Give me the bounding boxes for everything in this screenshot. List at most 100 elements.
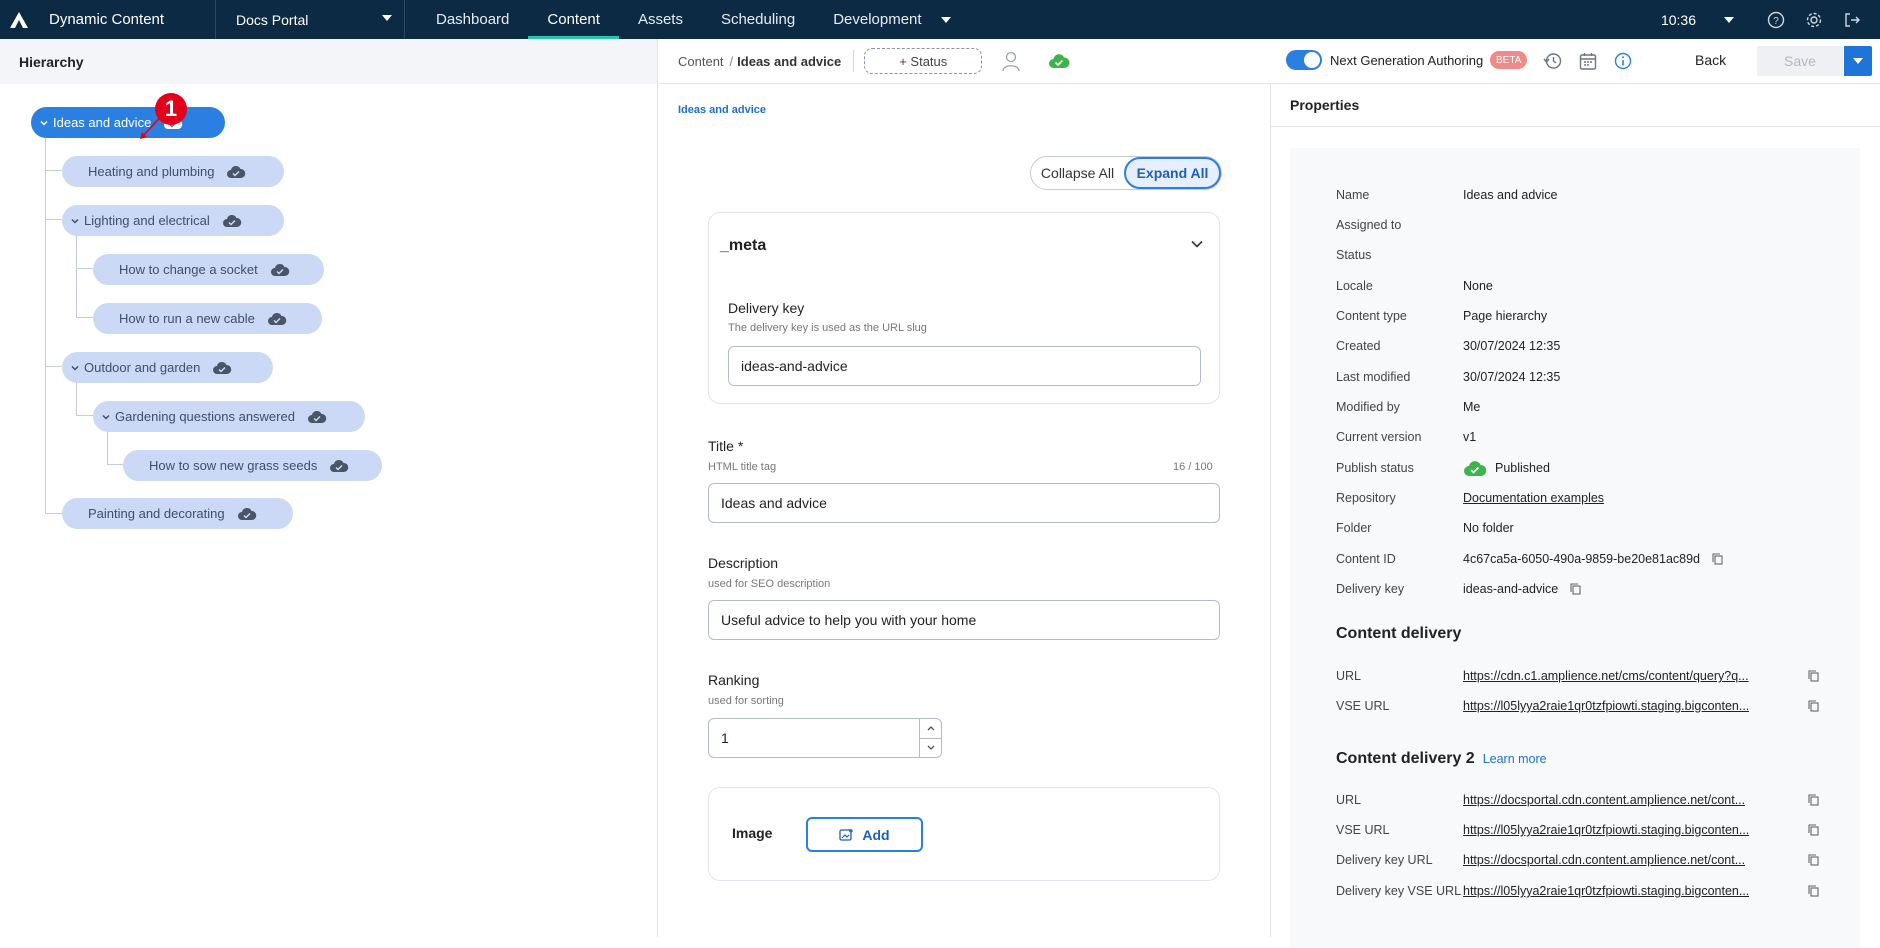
assign-user-icon[interactable] (1000, 50, 1022, 72)
save-button[interactable]: Save (1757, 46, 1843, 76)
stepper-down-button[interactable] (920, 737, 941, 758)
editor-breadcrumb[interactable]: Ideas and advice (678, 104, 766, 116)
sign-out-icon[interactable] (1842, 10, 1862, 30)
property-key: Locale (1336, 279, 1373, 293)
cloud-published-icon (270, 263, 290, 276)
tree-node-heating-and-plumbing[interactable]: Heating and plumbing (62, 156, 284, 187)
tree-connector (107, 464, 124, 465)
nav-assets[interactable]: Assets (619, 0, 702, 39)
expand-all-button[interactable]: Expand All (1124, 157, 1221, 189)
divider (853, 50, 855, 72)
tree-connector (76, 415, 93, 416)
property-key: URL (1336, 669, 1362, 683)
delivery-url-link[interactable]: https://docsportal.cdn.content.amplience… (1463, 793, 1745, 807)
delivery-key-input[interactable]: ideas-and-advice (728, 346, 1201, 386)
nga-toggle[interactable] (1286, 50, 1322, 70)
vse-url-link[interactable]: https://l05lyya2raie1qr0tzfpiowti.stagin… (1463, 699, 1749, 713)
vse-url-link[interactable]: https://l05lyya2raie1qr0tzfpiowti.stagin… (1463, 823, 1749, 837)
back-button[interactable]: Back (1695, 52, 1726, 68)
tree-node-how-to-change-a-socket[interactable]: How to change a socket (93, 254, 324, 285)
info-icon[interactable] (1613, 51, 1633, 71)
breadcrumb-current: Ideas and advice (737, 53, 842, 69)
add-image-icon (839, 828, 854, 841)
tree-node-ideas-and-advice[interactable]: Ideas and advice (31, 107, 225, 138)
copy-icon[interactable] (1712, 553, 1723, 565)
property-key: Modified by (1336, 400, 1400, 414)
tree-connector (45, 138, 46, 513)
chevron-down-icon[interactable] (940, 16, 951, 23)
copy-icon[interactable] (1570, 583, 1581, 595)
learn-more-link[interactable]: Learn more (1483, 752, 1547, 766)
delivery-key-vse-url-link[interactable]: https://l05lyya2raie1qr0tzfpiowti.stagin… (1463, 884, 1749, 898)
gear-icon[interactable] (1804, 10, 1824, 30)
property-value: ideas-and-advice (1463, 582, 1559, 596)
tree-node-label: How to run a new cable (119, 311, 255, 326)
delivery-url-link[interactable]: https://cdn.c1.amplience.net/cms/content… (1463, 669, 1749, 683)
ranking-input[interactable]: 1 (708, 718, 942, 758)
chevron-down-icon (1853, 58, 1863, 64)
property-row: URL https://cdn.c1.amplience.net/cms/con… (1336, 666, 1841, 686)
chevron-down-icon[interactable] (39, 118, 49, 128)
nav-dashboard[interactable]: Dashboard (417, 0, 528, 39)
nav-scheduling[interactable]: Scheduling (702, 0, 814, 39)
tree-node-outdoor-and-garden[interactable]: Outdoor and garden (62, 352, 273, 383)
tree-node-how-to-run-a-new-cable[interactable]: How to run a new cable (93, 303, 322, 334)
title-help: HTML title tag (708, 461, 777, 473)
property-row: Delivery key ideas-and-advice (1336, 579, 1841, 599)
property-row: VSE URL https://l05lyya2raie1qr0tzfpiowt… (1336, 820, 1841, 840)
title-input[interactable]: Ideas and advice (708, 483, 1220, 523)
clock: 10:36 (1660, 11, 1696, 28)
property-key: URL (1336, 793, 1362, 807)
property-row: Modified by Me (1336, 397, 1841, 417)
property-row: Locale None (1336, 276, 1841, 296)
tree-node-gardening-questions-answered[interactable]: Gardening questions answered (93, 401, 365, 432)
property-key: Current version (1336, 430, 1422, 444)
stepper-up-button[interactable] (920, 719, 941, 738)
nga-label: Next Generation Authoring (1330, 53, 1484, 68)
add-status-button[interactable]: + Status (864, 48, 983, 74)
chevron-down-icon[interactable] (1724, 16, 1734, 23)
property-value: 30/07/2024 12:35 (1463, 370, 1561, 384)
chevron-down-icon[interactable] (101, 412, 111, 422)
copy-icon[interactable] (1808, 885, 1819, 897)
nav-development[interactable]: Development (814, 0, 940, 39)
property-value: No folder (1463, 521, 1514, 535)
tree-node-painting-and-decorating[interactable]: Painting and decorating (62, 498, 293, 529)
collapse-all-button[interactable]: Collapse All (1031, 157, 1124, 189)
copy-icon[interactable] (1808, 794, 1819, 806)
history-icon[interactable] (1543, 51, 1563, 71)
chevron-down-icon[interactable] (70, 363, 80, 373)
tree-connector (45, 513, 62, 514)
help-icon[interactable]: ? (1766, 10, 1786, 30)
property-value: v1 (1463, 430, 1477, 444)
copy-icon[interactable] (1808, 854, 1819, 866)
chevron-down-icon[interactable] (1190, 239, 1204, 249)
tree-node-lighting-and-electrical[interactable]: Lighting and electrical (62, 205, 284, 236)
tree-connector (76, 317, 93, 318)
copy-icon[interactable] (1808, 824, 1819, 836)
copy-icon[interactable] (1808, 670, 1819, 682)
cloud-published-icon[interactable] (1048, 53, 1070, 69)
property-key: Delivery key URL (1336, 853, 1433, 867)
hub-selector[interactable]: Docs Portal (215, 0, 405, 39)
top-bar: Dynamic Content Docs Portal Dashboard Co… (0, 0, 1880, 39)
repository-link[interactable]: Documentation examples (1463, 491, 1604, 505)
property-key: Created (1336, 339, 1381, 353)
property-key: Name (1336, 188, 1370, 202)
calendar-icon[interactable] (1578, 51, 1598, 71)
breadcrumb-root[interactable]: Content (678, 54, 724, 69)
property-key: Publish status (1336, 461, 1414, 475)
amplience-logo-icon[interactable] (9, 10, 29, 30)
save-options-button[interactable] (1844, 46, 1872, 76)
add-image-button[interactable]: Add (806, 817, 923, 852)
content-editor: Content / Ideas and advice + Status Next… (659, 39, 1880, 937)
description-input[interactable]: Useful advice to help you with your home (708, 600, 1220, 640)
tree-node-how-to-sow-new-grass-seeds[interactable]: How to sow new grass seeds (123, 450, 382, 481)
nav-content[interactable]: Content (528, 0, 619, 39)
cloud-published-icon (267, 312, 287, 325)
chevron-down-icon[interactable] (70, 216, 80, 226)
delivery-key-url-link[interactable]: https://docsportal.cdn.content.amplience… (1463, 853, 1745, 867)
copy-icon[interactable] (1808, 700, 1819, 712)
property-value: None (1463, 279, 1493, 293)
property-row: Status (1336, 245, 1841, 265)
